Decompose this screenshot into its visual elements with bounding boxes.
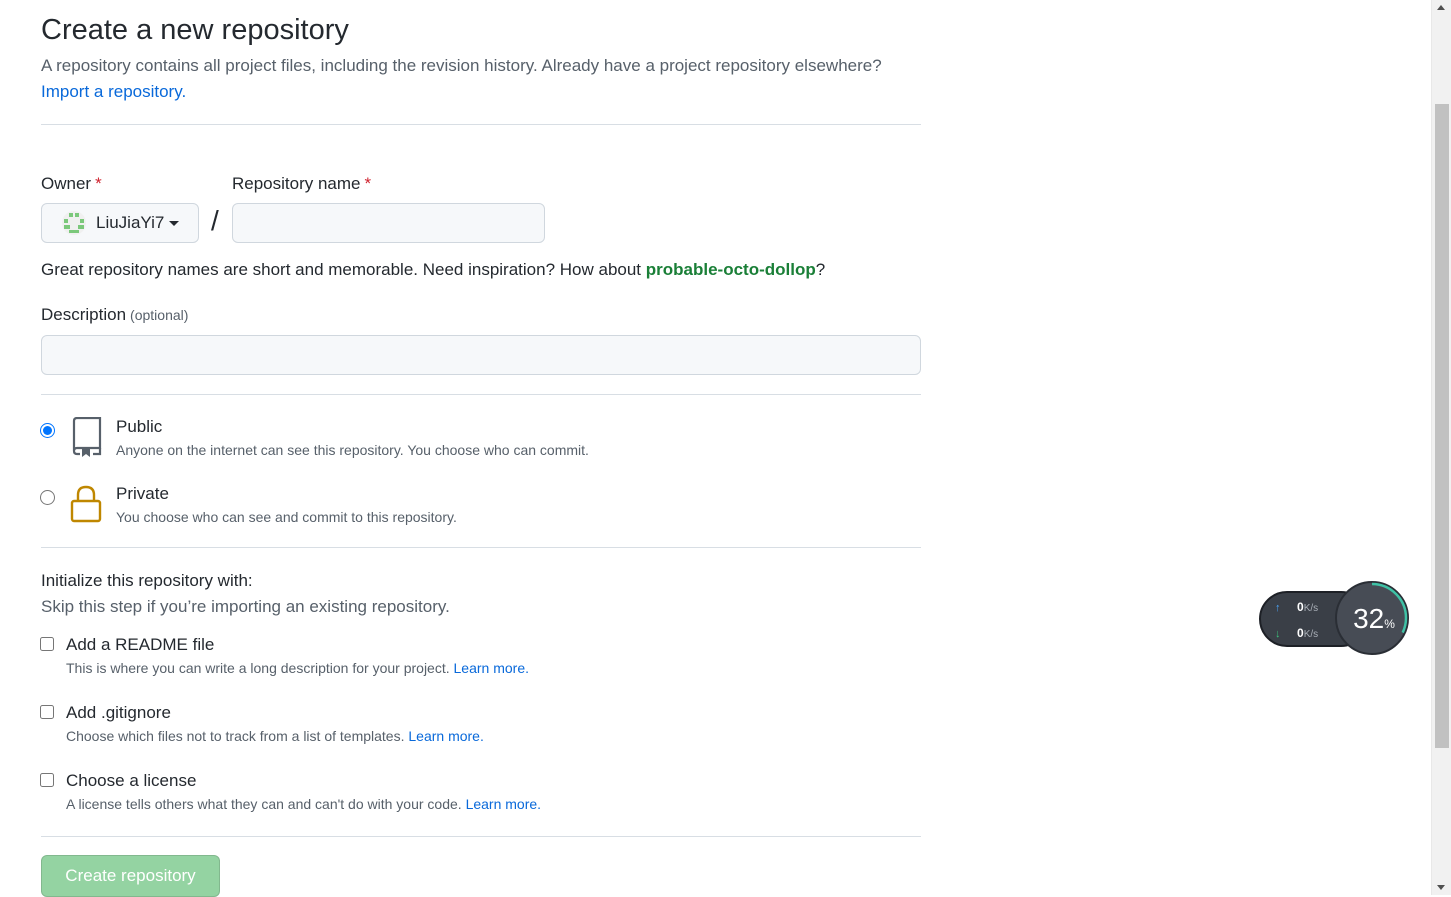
owner-label-text: Owner xyxy=(41,174,92,193)
scroll-up-arrow-icon[interactable] xyxy=(1437,5,1445,10)
private-radio[interactable] xyxy=(40,490,55,505)
repo-name-label-text: Repository name xyxy=(232,174,361,193)
name-suggestion-link[interactable]: probable-octo-dollop xyxy=(646,260,816,279)
import-repository-link[interactable]: Import a repository. xyxy=(41,82,186,102)
description-label-text: Description xyxy=(41,305,127,324)
required-mark: * xyxy=(364,174,372,193)
owner-dropdown-button[interactable]: LiuJiaYi7 xyxy=(41,203,199,243)
hint-text: Great repository names are short and mem… xyxy=(41,260,646,279)
vertical-scrollbar[interactable] xyxy=(1431,0,1451,895)
initialize-heading: Initialize this repository with: xyxy=(41,571,253,590)
upload-speed: ↑ 0K/s xyxy=(1275,600,1318,614)
choose-license-checkbox[interactable] xyxy=(40,773,54,787)
choose-license-description: A license tells others what they can and… xyxy=(66,796,541,812)
repo-icon xyxy=(72,417,102,457)
lock-icon xyxy=(70,485,102,523)
download-speed: ↓ 0K/s xyxy=(1275,626,1318,640)
license-learn-more-link[interactable]: Learn more. xyxy=(466,796,541,812)
usage-percent: 32% xyxy=(1337,583,1411,655)
public-title: Public xyxy=(116,417,163,436)
upload-arrow-icon: ↑ xyxy=(1275,602,1281,614)
download-value: 0 xyxy=(1297,626,1304,640)
owner-repo-separator: / xyxy=(211,205,219,236)
page-subtitle: A repository contains all project files,… xyxy=(41,56,882,75)
add-gitignore-description: Choose which files not to track from a l… xyxy=(66,728,484,744)
add-readme-description: This is where you can write a long descr… xyxy=(66,660,529,676)
divider xyxy=(41,394,921,395)
divider xyxy=(41,124,921,125)
scroll-down-arrow-icon[interactable] xyxy=(1437,885,1445,890)
hint-suffix: ? xyxy=(815,260,826,279)
add-gitignore-label: Add .gitignore xyxy=(66,703,171,722)
readme-desc-text: This is where you can write a long descr… xyxy=(66,660,454,676)
add-gitignore-checkbox[interactable] xyxy=(40,705,54,719)
owner-name: LiuJiaYi7 xyxy=(96,213,165,232)
private-description: You choose who can see and commit to thi… xyxy=(116,509,457,525)
required-mark: * xyxy=(95,174,102,193)
choose-license-label: Choose a license xyxy=(66,771,197,790)
usage-percent-value: 32 xyxy=(1353,603,1385,634)
page-title: Create a new repository xyxy=(41,14,349,46)
repo-name-hint: Great repository names are short and mem… xyxy=(41,260,825,280)
owner-label: Owner * xyxy=(41,174,102,194)
create-repository-button[interactable]: Create repository xyxy=(41,855,220,897)
description-label: Description (optional) xyxy=(41,305,188,325)
repo-name-label: Repository name * xyxy=(232,174,371,194)
chevron-down-icon xyxy=(169,220,180,226)
initialize-subtext: Skip this step if you’re importing an ex… xyxy=(41,597,450,616)
repo-name-input[interactable] xyxy=(232,203,545,243)
scrollbar-thumb[interactable] xyxy=(1435,104,1449,748)
optional-tag: (optional) xyxy=(130,307,189,323)
divider xyxy=(41,836,921,837)
upload-value: 0 xyxy=(1297,600,1304,614)
private-title: Private xyxy=(116,484,169,503)
usage-percent-sign: % xyxy=(1384,617,1395,631)
gitignore-learn-more-link[interactable]: Learn more. xyxy=(408,728,483,744)
add-readme-checkbox[interactable] xyxy=(40,637,54,651)
description-input[interactable] xyxy=(41,335,921,375)
add-readme-label: Add a README file xyxy=(66,635,215,654)
download-arrow-icon: ↓ xyxy=(1275,628,1281,640)
readme-learn-more-link[interactable]: Learn more. xyxy=(454,660,529,676)
divider xyxy=(41,547,921,548)
upload-unit: K/s xyxy=(1303,603,1319,614)
public-radio[interactable] xyxy=(40,423,55,438)
license-desc-text: A license tells others what they can and… xyxy=(66,796,466,812)
network-speed-widget[interactable]: ↑ 0K/s ↓ 0K/s 32% xyxy=(1259,580,1411,658)
memory-usage-gauge: 32% xyxy=(1335,581,1409,655)
public-description: Anyone on the internet can see this repo… xyxy=(116,442,589,458)
gitignore-desc-text: Choose which files not to track from a l… xyxy=(66,728,409,744)
download-unit: K/s xyxy=(1303,629,1319,640)
owner-avatar-icon xyxy=(62,211,86,235)
